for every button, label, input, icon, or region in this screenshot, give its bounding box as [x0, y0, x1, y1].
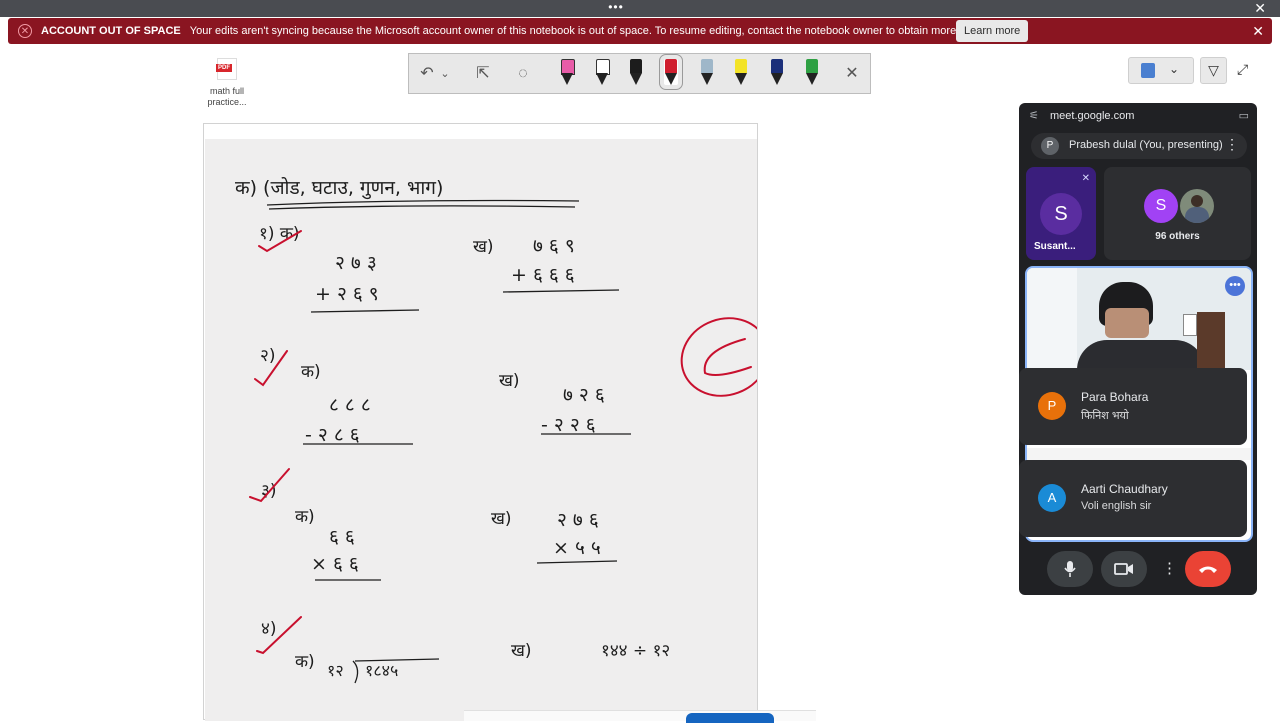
q3b-label: ख): [491, 509, 512, 529]
learn-more-button[interactable]: Learn more: [956, 20, 1029, 42]
chat-sender: Aarti Chaudhary: [1081, 482, 1168, 496]
q4-label: ४): [261, 619, 276, 639]
camera-button[interactable]: [1101, 551, 1147, 587]
q1a-bottom: + २ ६ ९: [315, 283, 379, 305]
chat-notification[interactable]: P Para Bohara फिनिश भयो: [1019, 368, 1247, 445]
immersive-reader-button[interactable]: ⌄: [1128, 57, 1194, 84]
black-outline-pen[interactable]: [595, 59, 610, 85]
q4a-label: क): [295, 652, 315, 672]
pdf-attachment[interactable]: PDF math full practice...: [203, 58, 251, 108]
mic-off-icon: ✕: [1081, 173, 1090, 184]
funnel-icon[interactable]: ▽: [1200, 57, 1227, 84]
others-count: 96 others: [1155, 231, 1200, 242]
presenting-chip[interactable]: P Prabesh dulal (You, presenting) ⋮: [1031, 133, 1247, 159]
q4b-expression: १४४ ÷ १२: [601, 641, 670, 661]
shared-screen-thumbnail: [1027, 448, 1251, 460]
video-more-icon[interactable]: •••: [1225, 276, 1245, 296]
q1-label: १) क): [259, 224, 300, 244]
meet-pip-panel[interactable]: ⚟ meet.google.com ▭ P Prabesh dulal (You…: [1019, 103, 1257, 595]
title-bar: ••• ✕: [0, 0, 1280, 17]
q2a-label: क): [301, 362, 321, 382]
worksheet-scan: क) (जोड, घटाउ, गुणन, भाग) १) क) २ ७ ३ + …: [205, 139, 757, 721]
q4b-label: ख): [511, 641, 532, 661]
q2b-bottom: - २ २ ६: [541, 414, 596, 436]
avatar: A: [1038, 484, 1066, 512]
q3a-top: ६ ६: [329, 526, 355, 548]
participant-photo: [1180, 189, 1214, 223]
chevron-down-icon[interactable]: ⌄: [1169, 62, 1179, 76]
undo-icon[interactable]: ↶: [415, 62, 439, 86]
pdf-icon: PDF: [216, 58, 237, 80]
toolbar-close-icon[interactable]: ✕: [840, 62, 864, 86]
attachment-name-line2: practice...: [207, 97, 247, 107]
q4a-dividend: १८४५: [365, 661, 398, 680]
q1b-label: ख): [473, 237, 494, 257]
q3b-top: २ ७ ६: [557, 509, 599, 531]
q2a-top: ८ ८ ८: [329, 394, 371, 416]
galaxy-pen[interactable]: [700, 59, 714, 85]
chat-message: फिनिश भयो: [1081, 410, 1129, 422]
green-pen[interactable]: [805, 59, 819, 85]
call-controls: ⋮: [1019, 544, 1257, 595]
chat-message: Voli english sir: [1081, 500, 1152, 512]
select-objects-icon[interactable]: ⇱: [471, 62, 495, 86]
participant-name: Susant...: [1034, 241, 1076, 252]
sliders-icon[interactable]: ⚟: [1029, 109, 1039, 122]
floating-action-pill[interactable]: [686, 713, 774, 723]
banner-close-icon[interactable]: ✕: [1252, 22, 1264, 40]
window-close-button[interactable]: ✕: [1254, 0, 1266, 16]
q1a-top: २ ७ ३: [335, 252, 377, 274]
camera-icon: [1114, 563, 1133, 575]
participant-tile[interactable]: ✕ S Susant...: [1026, 167, 1096, 260]
q1b-bottom: + ६ ६ ६: [511, 264, 575, 286]
worksheet-drawing: क) (जोड, घटाउ, गुणन, भाग) १) क) २ ७ ३ + …: [235, 176, 757, 684]
attachment-name-line1: math full: [209, 86, 244, 96]
end-call-button[interactable]: [1185, 551, 1231, 587]
more-options-icon[interactable]: ⋮: [1162, 551, 1177, 587]
grade-mark: E: [719, 368, 720, 370]
black-pen[interactable]: [629, 59, 643, 85]
avatar: P: [1038, 392, 1066, 420]
more-options-icon[interactable]: ⋮: [1225, 136, 1239, 153]
navy-pen[interactable]: [770, 59, 784, 85]
popout-icon[interactable]: ▭: [1239, 109, 1249, 122]
red-pen-selected[interactable]: [659, 54, 683, 90]
hang-up-icon: [1199, 566, 1217, 574]
q2-label: २): [260, 346, 275, 366]
storage-error-banner: ✕ ACCOUNT OUT OF SPACE Your edits aren't…: [8, 18, 1272, 44]
lasso-select-icon[interactable]: ◌: [511, 62, 535, 86]
presenting-label: Prabesh dulal (You, presenting): [1069, 139, 1223, 151]
pink-highlighter-pen[interactable]: [560, 59, 575, 85]
meet-url: meet.google.com: [1050, 110, 1135, 122]
camera-feed: [1027, 268, 1251, 370]
error-icon: ✕: [18, 24, 32, 38]
q2b-label: ख): [499, 371, 520, 391]
chat-sender: Para Bohara: [1081, 390, 1149, 404]
yellow-highlighter-pen[interactable]: [734, 59, 748, 85]
drawing-toolbar: ↶ ⌄ ⇱ ◌ ✕: [408, 53, 871, 94]
avatar: P: [1041, 137, 1059, 155]
q3b-bottom: × ५ ५: [553, 537, 601, 559]
window-menu-dots[interactable]: •••: [606, 0, 626, 14]
expand-icon[interactable]: ⤢: [1237, 61, 1248, 78]
q2a-bottom: - २ ८ ६: [305, 424, 360, 446]
chat-notification[interactable]: A Aarti Chaudhary Voli english sir: [1019, 460, 1247, 537]
q4a-divisor: १२: [327, 661, 344, 680]
avatar: S: [1144, 189, 1178, 223]
reader-icon: [1141, 63, 1155, 78]
q1b-top: ७ ६ ९: [533, 235, 575, 257]
q3a-label: क): [295, 507, 315, 527]
others-tile[interactable]: S 96 others: [1104, 167, 1251, 260]
q3a-bottom: × ६ ६: [311, 553, 359, 575]
avatar: S: [1040, 193, 1082, 235]
notebook-page[interactable]: क) (जोड, घटाउ, गुणन, भाग) १) क) २ ७ ३ + …: [203, 123, 758, 721]
q2b-top: ७ २ ६: [563, 384, 605, 406]
microphone-icon: [1064, 561, 1076, 578]
microphone-button[interactable]: [1047, 551, 1093, 587]
worksheet-header: क) (जोड, घटाउ, गुणन, भाग): [235, 176, 443, 200]
banner-title: ACCOUNT OUT OF SPACE: [41, 25, 181, 37]
undo-dropdown-chevron-icon[interactable]: ⌄: [439, 62, 451, 86]
banner-message: Your edits aren't syncing because the Mi…: [189, 25, 999, 37]
